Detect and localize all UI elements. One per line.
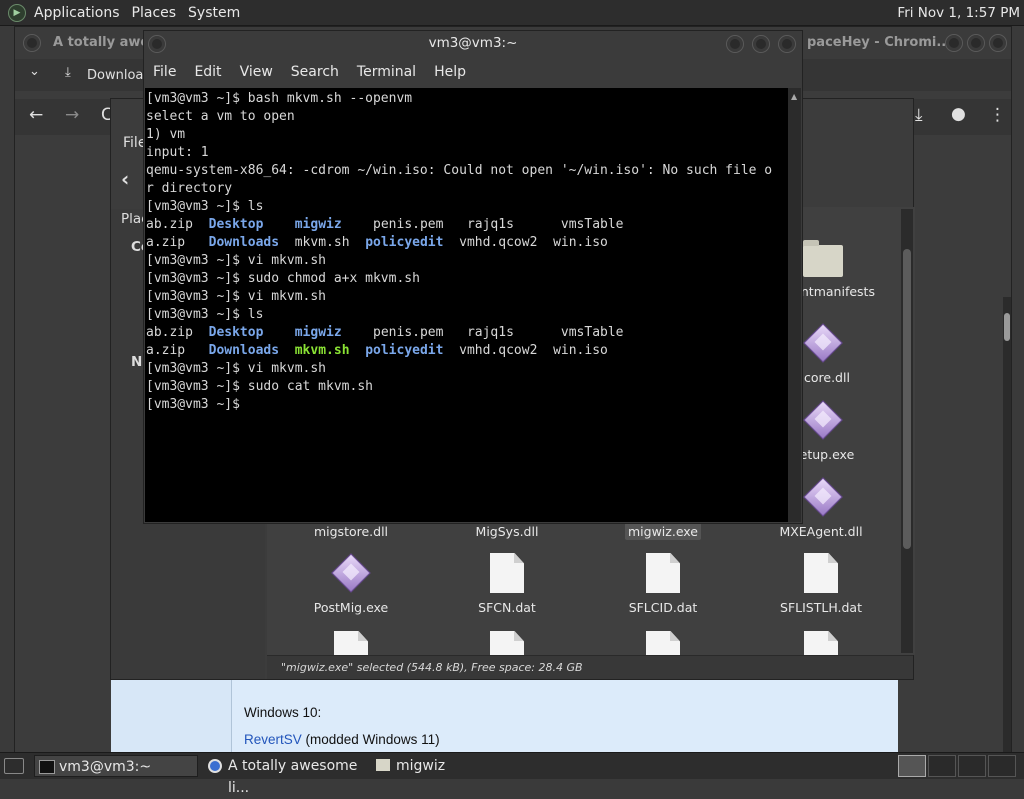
file-item[interactable]: [281, 631, 421, 655]
file-item-migsys[interactable]: MigSys.dll: [437, 523, 577, 540]
chromium-title-tail: paceHey - Chromi...: [807, 35, 952, 50]
terminal-window: vm3@vm3:~ File Edit View Search Terminal…: [143, 30, 803, 524]
revertsv-link[interactable]: RevertSV: [244, 732, 302, 747]
workspace-switcher-1[interactable]: [898, 755, 926, 777]
fm-scroll-thumb[interactable]: [903, 249, 911, 549]
back-arrow-icon[interactable]: ←: [29, 105, 43, 125]
system-menu[interactable]: System: [182, 5, 246, 21]
fm-scrollbar[interactable]: [901, 209, 913, 653]
menu-terminal[interactable]: Terminal: [357, 64, 416, 80]
menu-search[interactable]: Search: [291, 64, 339, 80]
workspace-switcher-2[interactable]: [928, 755, 956, 777]
top-panel: ▶ Applications Places System Fri Nov 1, …: [0, 0, 1024, 26]
file-item[interactable]: [751, 631, 891, 655]
profile-icon[interactable]: ●: [951, 104, 966, 124]
fm-back-icon[interactable]: ‹: [121, 167, 129, 191]
taskbar-item-terminal[interactable]: vm3@vm3:~: [34, 755, 198, 777]
file-item-mxeagent[interactable]: MXEAgent.dll: [751, 523, 891, 540]
workspace-switcher-3[interactable]: [958, 755, 986, 777]
menu-view[interactable]: View: [240, 64, 273, 80]
fm-statusbar: "migwiz.exe" selected (544.8 kB), Free s…: [267, 655, 913, 679]
executable-icon: [805, 479, 841, 515]
chevron-down-icon[interactable]: ⌄: [29, 64, 40, 79]
clock[interactable]: Fri Nov 1, 1:57 PM: [897, 5, 1024, 21]
executable-icon: [805, 325, 841, 361]
minimize-icon[interactable]: [945, 34, 963, 52]
file-item-postmig[interactable]: PostMig.exe: [281, 553, 421, 616]
forward-arrow-icon[interactable]: →: [65, 105, 79, 125]
show-desktop-icon[interactable]: [4, 758, 24, 774]
download-icon[interactable]: ⤓: [65, 65, 71, 80]
terminal-icon: [39, 760, 55, 774]
terminal-title: vm3@vm3:~: [428, 35, 518, 51]
menu-edit[interactable]: Edit: [194, 64, 221, 80]
document-icon: [490, 631, 524, 655]
downloads-tray-icon[interactable]: ⤓: [915, 105, 923, 125]
executable-icon: [805, 402, 841, 438]
document-icon: [646, 553, 680, 593]
applications-menu[interactable]: Applications: [28, 5, 126, 21]
document-icon: [490, 553, 524, 593]
folder-icon: [803, 240, 843, 277]
taskbar-item-chromium[interactable]: A totally awesome li...: [204, 755, 368, 796]
more-menu-icon[interactable]: ⋮: [989, 105, 1006, 125]
menu-file[interactable]: File: [153, 64, 176, 80]
document-icon: [804, 553, 838, 593]
close-icon[interactable]: [778, 35, 796, 53]
page-scrollbar[interactable]: [1003, 297, 1011, 753]
minimize-icon[interactable]: [726, 35, 744, 53]
terminal-menubar: File Edit View Search Terminal Help: [144, 57, 802, 87]
workspace-switcher-4[interactable]: [988, 755, 1016, 777]
bottom-taskbar: vm3@vm3:~ A totally awesome li... migwiz: [0, 752, 1024, 796]
file-item-sfcn[interactable]: SFCN.dat: [437, 553, 577, 616]
gnome-foot-icon[interactable]: ▶: [8, 3, 26, 22]
revertsv-line: RevertSV (modded Windows 11): [244, 732, 440, 747]
download-label[interactable]: Download: [87, 68, 152, 83]
file-item-migwiz[interactable]: migwiz.exe: [593, 523, 733, 540]
document-icon: [804, 631, 838, 655]
document-icon: [646, 631, 680, 655]
chromium-icon: [208, 759, 222, 773]
file-item-migstore[interactable]: migstore.dll: [281, 523, 421, 540]
document-icon: [334, 631, 368, 655]
menu-help[interactable]: Help: [434, 64, 466, 80]
maximize-icon[interactable]: [752, 35, 770, 53]
page-scroll-thumb[interactable]: [1004, 313, 1010, 341]
executable-icon: [333, 555, 369, 591]
file-item-sflistlh[interactable]: SFLISTLH.dat: [751, 553, 891, 616]
file-item[interactable]: [437, 631, 577, 655]
terminal-scrollbar[interactable]: ▲: [788, 88, 801, 522]
taskbar-item-file-manager[interactable]: migwiz: [372, 755, 536, 777]
terminal-output: [vm3@vm3 ~]$ bash mkvm.sh --openvm selec…: [146, 91, 773, 412]
scroll-up-icon[interactable]: ▲: [791, 92, 797, 101]
terminal-screen[interactable]: [vm3@vm3 ~]$ bash mkvm.sh --openvm selec…: [145, 88, 788, 522]
file-item[interactable]: [593, 631, 733, 655]
network-section: N: [131, 354, 143, 370]
file-item-sflcid[interactable]: SFLCID.dat: [593, 553, 733, 616]
folder-icon: [376, 759, 390, 771]
close-icon[interactable]: [989, 34, 1007, 52]
maximize-icon[interactable]: [967, 34, 985, 52]
windows10-heading: Windows 10:: [244, 705, 322, 720]
window-menu-icon[interactable]: [23, 34, 41, 52]
terminal-titlebar[interactable]: vm3@vm3:~: [144, 31, 802, 57]
places-menu[interactable]: Places: [126, 5, 183, 21]
